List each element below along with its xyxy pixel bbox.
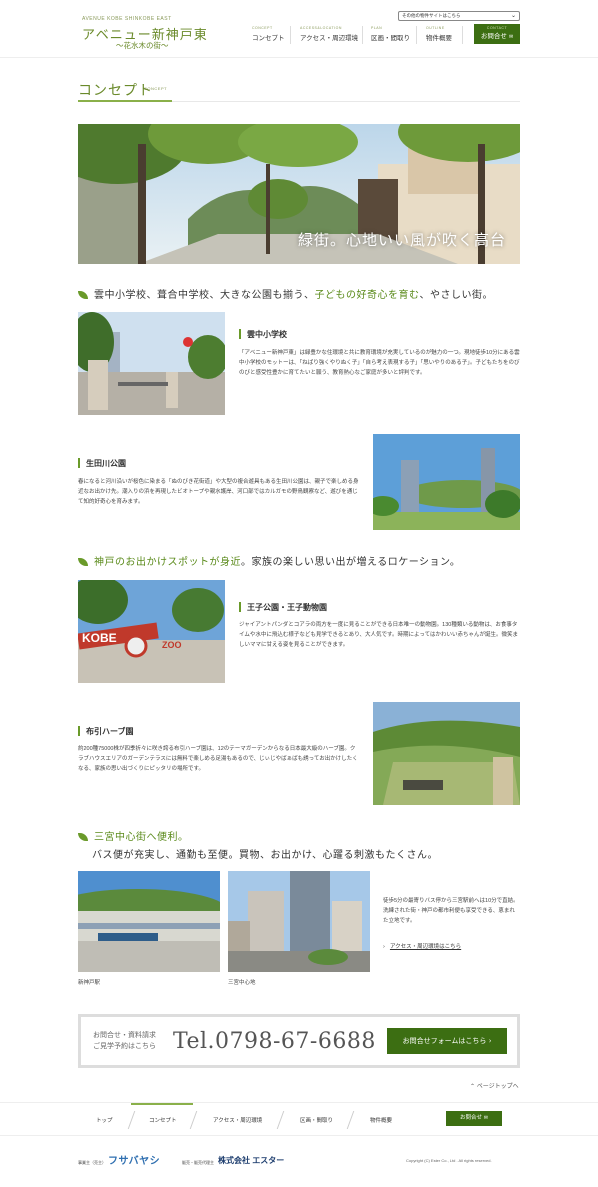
access-link-label: アクセス・周辺環境はこちら: [389, 944, 462, 950]
fusabayashi-logo: フサバヤシ: [108, 1156, 161, 1167]
property-site-select-value: その他の物件サイトはこちら: [402, 13, 461, 18]
shinkobe-station-photo: [78, 871, 220, 972]
zoo-photo: KOBE ZOO: [78, 580, 225, 683]
nav-plan-label: 区画・間取り: [371, 34, 410, 42]
page-title: コンセプト: [78, 83, 153, 99]
contact-form-button[interactable]: お問合せフォームはこちら ›: [387, 1028, 507, 1054]
footer-nav-divider: [346, 1111, 355, 1129]
site-header: AVENUE KOBE SHINKOBE EAST アベニュー新神戸東 ～花水木…: [0, 0, 598, 58]
shinkobe-station-caption: 新神戸駅: [78, 980, 101, 986]
hero-caption: 緑街。心地いい風が吹く高台: [297, 231, 506, 249]
contact-label: お問合せ ✉: [480, 32, 514, 40]
section-heading-sannomiya: 三宮中心街へ便利。: [78, 828, 189, 843]
section-heading-education: 雲中小学校、葺合中学校、大きな公園も揃う、子どもの好奇心を育む、やさしい街。: [78, 286, 493, 301]
shinkobe-station-image: [78, 871, 220, 972]
contact-label-line1: お問合せ・資料請求: [93, 1031, 156, 1039]
footer-contact-button[interactable]: お問合せ ✉: [446, 1111, 502, 1126]
sannomiya-image: [228, 871, 370, 972]
footer-nav-top[interactable]: トップ: [96, 1116, 113, 1124]
nav-divider: [362, 26, 363, 44]
footer-nav-divider: [276, 1111, 285, 1129]
divider: [172, 101, 520, 102]
ikuta-park-image: [373, 434, 520, 530]
herb-garden-text: 約200種75000株が四季折々に咲き誇る布引ハーブ園は、12のテーマガーデンか…: [78, 746, 358, 772]
footer-nav-divider: [127, 1111, 136, 1129]
footer-nav-plan[interactable]: 区画・間取り: [300, 1116, 333, 1124]
arrow-right-icon: ›: [488, 1037, 492, 1045]
title-underline: [78, 100, 172, 102]
svg-text:KOBE: KOBE: [82, 631, 117, 645]
footer-nav-outline[interactable]: 物件概要: [370, 1116, 392, 1124]
nav-concept[interactable]: CONCEPT コンセプト: [252, 26, 285, 46]
footer-contact-label: お問合せ: [460, 1115, 483, 1121]
access-link[interactable]: › アクセス・周辺環境はこちら: [383, 933, 461, 952]
station-text: 徒歩5分の最寄りバス停から三宮駅前へは10分で直結。洗練された街・神戸の都市利便…: [383, 898, 519, 924]
chevron-down-icon: ⌄: [510, 13, 516, 19]
leaf-icon: [78, 558, 88, 566]
zoo-text: ジャイアントパンダとコアラの両方を一度に見ることができる日本唯一の動物園。130…: [239, 622, 518, 648]
herb-garden-photo: [373, 702, 520, 805]
header-contact-button[interactable]: CONTACT お問合せ ✉: [474, 24, 520, 44]
page-top-label: ページトップへ: [476, 1084, 519, 1090]
school-image: [78, 312, 225, 415]
section-heading-outings: 神戸のお出かけスポットが身近。家族の楽しい思い出が増えるロケーション。: [78, 553, 460, 568]
contact-form-button-label: お問合せフォームはこちら: [402, 1037, 487, 1045]
ikuta-park-title: 生田川公園: [78, 458, 126, 468]
footer-nav: トップ コンセプト アクセス・周辺環境 区画・間取り 物件概要 お問合せ ✉: [0, 1102, 598, 1136]
school-photo: [78, 312, 225, 415]
leaf-icon: [78, 833, 88, 841]
nav-concept-label: コンセプト: [252, 34, 285, 42]
phone-number[interactable]: Tel.0798-67-6688: [173, 1029, 376, 1054]
nav-divider: [290, 26, 291, 44]
leaf-icon: [78, 291, 88, 299]
property-site-select[interactable]: その他の物件サイトはこちら ⌄: [398, 11, 520, 21]
zoo-title: 王子公園・王子動物園: [239, 602, 327, 612]
logo-tagline: ～花水木の街～: [116, 41, 169, 50]
ikuta-park-text: 春になると河川沿いが桜色に染まる「ぬのびき花街道」や大型の複合遊具もある生田川公…: [78, 479, 359, 505]
section-subheading-sannomiya: バス便が充実し、通勤も至便。買物、お出かけ、心躍る刺激もたくさん。: [92, 850, 438, 861]
school-text: 「アベニュー新神戸東」は緑豊かな住環境と共に教育環境が充実しているのが魅力の一つ…: [239, 350, 520, 376]
zoo-image: KOBE ZOO: [78, 580, 225, 683]
copyright: Copyright (C) Ester Co., Ltd . All right…: [406, 1158, 492, 1163]
nav-access-label: アクセス・周辺環境: [300, 34, 359, 42]
developer-label: 事業主（売主）: [78, 1160, 106, 1165]
chevron-right-icon: ›: [383, 944, 385, 950]
herb-garden-image: [373, 702, 520, 805]
footer-nav-access[interactable]: アクセス・周辺環境: [213, 1116, 262, 1124]
nav-outline-label: 物件概要: [426, 34, 452, 42]
nav-divider: [416, 26, 417, 44]
sannomiya-photo: [228, 871, 370, 972]
contact-box: お問合せ・資料請求 ご見学予約はこちら Tel.0798-67-6688 お問合…: [78, 1014, 520, 1068]
herb-garden-title: 布引ハーブ園: [78, 726, 134, 736]
ikuta-park-photo: [373, 434, 520, 530]
logo-subtitle: AVENUE KOBE SHINKOBE EAST: [82, 16, 172, 22]
mail-icon: ✉: [508, 34, 514, 40]
footer-nav-active-indicator: [131, 1103, 193, 1105]
nav-outline[interactable]: OUTLINE 物件概要: [426, 26, 452, 46]
page-top-link[interactable]: ⌃ ページトップへ: [470, 1081, 519, 1090]
nav-plan[interactable]: PLAN 区画・間取り: [371, 26, 410, 46]
footer-nav-concept[interactable]: コンセプト: [149, 1116, 177, 1124]
svg-text:ZOO: ZOO: [162, 640, 182, 650]
sannomiya-caption: 三宮中心地: [228, 980, 256, 986]
nav-divider: [462, 26, 463, 44]
school-title: 雲中小学校: [239, 329, 287, 339]
hero-image: 緑街。心地いい風が吹く高台: [78, 124, 520, 264]
contact-label: お問合せ・資料請求 ご見学予約はこちら: [93, 1030, 156, 1052]
mail-icon: ✉: [483, 1115, 488, 1121]
page-title-en: CONCEPT: [144, 86, 168, 91]
ester-logo: 株式会社 エスター: [218, 1156, 285, 1165]
nav-access[interactable]: ACCESS&LOCATION アクセス・周辺環境: [300, 26, 358, 46]
chevron-up-icon: ⌃: [470, 1084, 476, 1090]
sales-agent-label: 販売・販売代理主: [182, 1160, 214, 1165]
contact-label-line2: ご見学予約はこちら: [93, 1042, 156, 1050]
footer-nav-divider: [189, 1111, 198, 1129]
